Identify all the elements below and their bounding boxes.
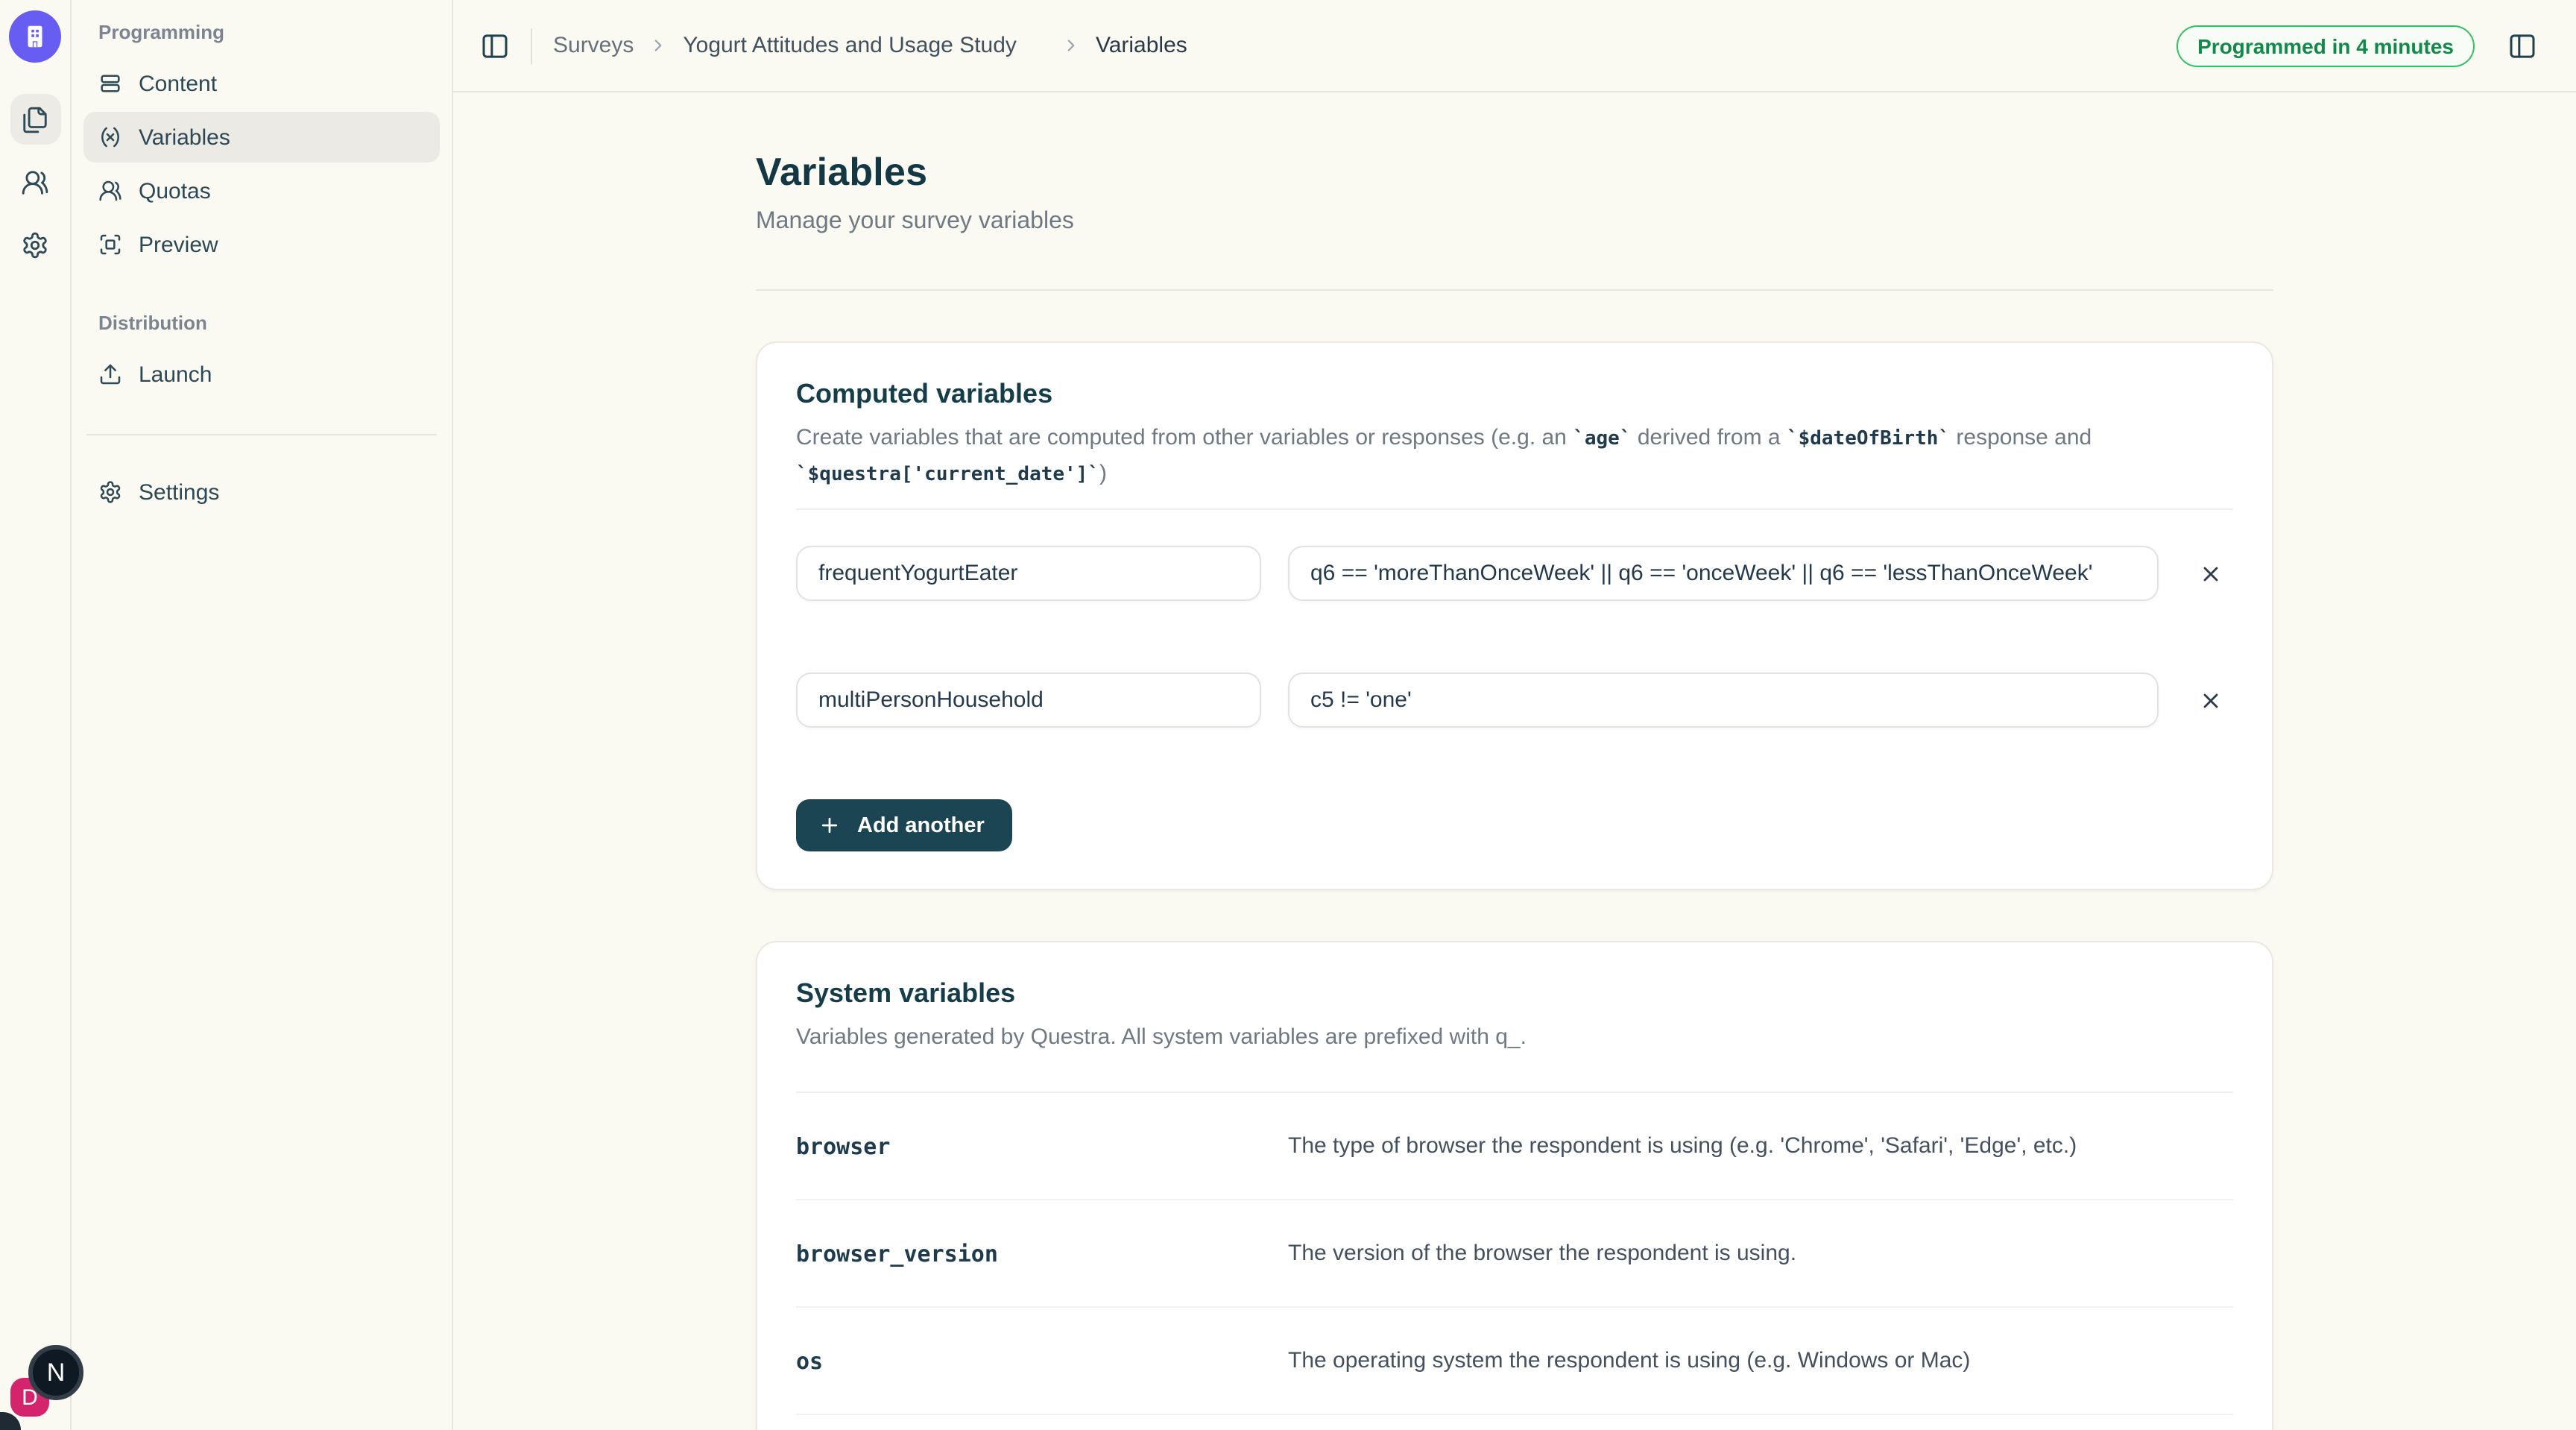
sidebar-toggle-button[interactable] — [474, 25, 516, 66]
sidebar-section-label: Programming — [83, 21, 440, 58]
system-variable-row: os The operating system the respondent i… — [796, 1308, 2233, 1415]
sidebar-item-launch[interactable]: Launch — [83, 349, 440, 400]
page-subtitle: Manage your survey variables — [756, 209, 2273, 236]
breadcrumb-surveys[interactable]: Surveys — [553, 33, 634, 58]
breadcrumb-study[interactable]: Yogurt Attitudes and Usage Study — [683, 33, 1046, 58]
upload-icon — [98, 362, 122, 386]
sidebar-item-label: Launch — [139, 362, 212, 387]
system-variable-row: browser The type of browser the responde… — [796, 1093, 2233, 1200]
system-variable-name: browser — [796, 1133, 1288, 1159]
inline-code: `age` — [1573, 428, 1631, 450]
section-divider — [756, 289, 2273, 291]
users-icon — [21, 168, 49, 196]
panel-right-icon — [2507, 31, 2537, 60]
system-variables-title: System variables — [796, 978, 2233, 1009]
sidebar-item-preview[interactable]: Preview — [83, 219, 440, 270]
computed-variables-description: Create variables that are computed from … — [796, 421, 2233, 492]
app-window: Programming Content — [0, 0, 2576, 1430]
inline-code: `$dateOfBirth` — [1787, 428, 1950, 450]
computed-variable-row — [796, 673, 2233, 728]
users-icon — [98, 179, 122, 203]
breadcrumb-study-label: Yogurt Attitudes and Usage Study — [683, 33, 1017, 58]
chevron-right-icon — [648, 36, 668, 55]
system-variable-description: The type of browser the respondent is us… — [1288, 1133, 2233, 1159]
sidebar-item-content[interactable]: Content — [83, 58, 440, 109]
chevron-down-icon — [1027, 36, 1046, 55]
devtools-button[interactable]: N — [28, 1345, 83, 1400]
remove-variable-button[interactable] — [2188, 551, 2233, 596]
add-another-label: Add another — [857, 813, 985, 837]
sidebar-item-quotas[interactable]: Quotas — [83, 166, 440, 216]
org-logo[interactable] — [9, 10, 61, 63]
computed-variable-row — [796, 546, 2233, 601]
rail-item-settings[interactable] — [10, 219, 60, 270]
right-panel-toggle-button[interactable] — [2501, 25, 2543, 66]
building-icon — [21, 22, 49, 51]
rows-icon — [98, 72, 122, 95]
sidebar-item-label: Content — [139, 71, 217, 96]
system-variable-name: browser_version — [796, 1240, 1288, 1267]
files-icon — [21, 105, 49, 133]
topbar-divider — [531, 28, 532, 63]
sidebar-divider — [86, 434, 437, 435]
chevron-right-icon — [1061, 36, 1081, 55]
sidebar-item-label: Quotas — [139, 178, 211, 204]
top-bar: Surveys Yogurt Attitudes and Usage Study… — [453, 0, 2576, 92]
sidebar-item-label: Preview — [139, 232, 218, 257]
variable-name-input[interactable] — [796, 673, 1261, 728]
system-variables-subtitle: Variables generated by Questra. All syst… — [796, 1020, 2233, 1056]
variable-expression-input[interactable] — [1288, 546, 2159, 601]
gear-icon — [21, 230, 49, 259]
sidebar-item-settings[interactable]: Settings — [83, 467, 440, 517]
sidebar-section-label: Distribution — [83, 312, 440, 349]
close-icon — [2199, 688, 2223, 712]
computed-variables-card: Computed variables Create variables that… — [756, 341, 2273, 890]
main-area: Surveys Yogurt Attitudes and Usage Study… — [453, 0, 2576, 1430]
computed-variables-title: Computed variables — [796, 379, 2233, 410]
breadcrumb-variables[interactable]: Variables — [1096, 33, 1187, 58]
programmed-time-badge: Programmed in 4 minutes — [2176, 25, 2475, 66]
card-divider — [796, 508, 2233, 510]
sidebar-section-distribution: Distribution Launch — [83, 312, 440, 403]
app-rail — [0, 0, 72, 1430]
system-variable-name: os — [796, 1347, 1288, 1374]
inline-code: `$questra['current_date']` — [796, 464, 1099, 486]
variable-name-input[interactable] — [796, 546, 1261, 601]
close-icon — [2199, 561, 2223, 585]
add-another-button[interactable]: Add another — [796, 799, 1013, 851]
gear-icon — [98, 480, 122, 504]
panel-left-icon — [480, 31, 510, 60]
page-content: Variables Manage your survey variables C… — [453, 92, 2576, 1430]
sidebar-section-programming: Programming Content — [83, 21, 440, 273]
sidebar: Programming Content — [72, 0, 453, 1430]
remove-variable-button[interactable] — [2188, 678, 2233, 722]
system-variable-description: The operating system the respondent is u… — [1288, 1348, 2233, 1373]
system-variables-card: System variables Variables generated by … — [756, 941, 2273, 1430]
variable-icon — [98, 125, 122, 149]
sidebar-item-variables[interactable]: Variables — [83, 112, 440, 163]
sidebar-item-label: Variables — [139, 125, 230, 150]
plus-icon — [818, 814, 841, 837]
breadcrumb: Surveys Yogurt Attitudes and Usage Study… — [553, 33, 1187, 58]
system-variable-description: The version of the browser the responden… — [1288, 1241, 2233, 1266]
system-variable-row: browser_version The version of the brows… — [796, 1200, 2233, 1308]
rail-item-surveys[interactable] — [10, 94, 60, 145]
sidebar-item-label: Settings — [139, 479, 219, 505]
rail-item-people[interactable] — [10, 157, 60, 207]
page-title: Variables — [756, 149, 2273, 195]
scan-icon — [98, 233, 122, 256]
variable-expression-input[interactable] — [1288, 673, 2159, 728]
